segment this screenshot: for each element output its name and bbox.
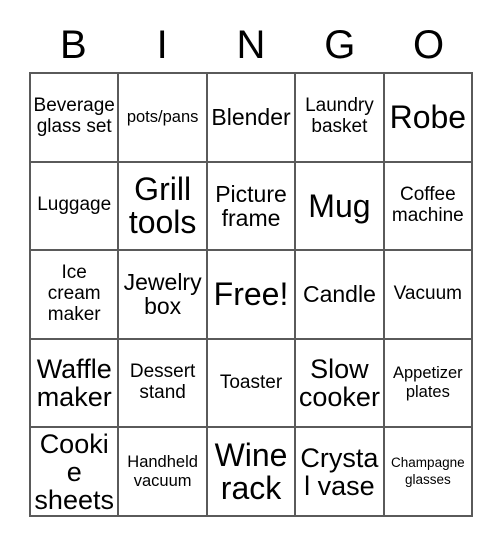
bingo-cell-label: Robe	[389, 98, 467, 135]
bingo-row: Luggage Grill tools Picture frame Mug Co…	[31, 162, 474, 252]
bingo-header-letter-o: O	[413, 23, 445, 67]
bingo-cell[interactable]: Crystal vase	[296, 428, 385, 517]
bingo-cell-label: Grill tools	[128, 171, 197, 240]
bingo-cell-label: pots/pans	[126, 107, 199, 126]
bingo-cell[interactable]: Blender	[207, 74, 297, 163]
bingo-cell-label: Coffee machine	[391, 184, 464, 226]
bingo-cell[interactable]: Coffee machine	[384, 162, 474, 252]
bingo-row: Ice cream maker Jewelry box Free! Candle…	[31, 251, 474, 340]
bingo-cell-label: Vacuum	[393, 283, 462, 305]
bingo-cell[interactable]: Slow cooker	[296, 339, 385, 429]
bingo-row: Cookie sheets Handheld vacuum Wine rack …	[31, 428, 474, 517]
bingo-header-row: B I N G O	[29, 18, 473, 72]
bingo-cell[interactable]: Picture frame	[207, 162, 297, 252]
bingo-cell-label: Beverage glass set	[33, 95, 115, 138]
bingo-cell[interactable]: Handheld vacuum	[119, 428, 208, 517]
bingo-cell[interactable]: Champagne glasses	[384, 428, 474, 517]
bingo-cell[interactable]: Wine rack	[207, 428, 297, 517]
bingo-header-letter-n: N	[236, 23, 266, 67]
bingo-cell[interactable]: Grill tools	[119, 162, 208, 252]
bingo-cell-label: Picture frame	[215, 180, 287, 231]
bingo-cell-label: Toaster	[219, 371, 283, 393]
bingo-cell-label: Waffle maker	[36, 354, 112, 413]
bingo-cell-label: Free!	[213, 276, 289, 313]
bingo-cell-label: Champagne glasses	[391, 455, 465, 487]
bingo-cell-label: Dessert stand	[129, 361, 196, 404]
bingo-cell-label: Handheld vacuum	[127, 452, 198, 490]
bingo-cell[interactable]: Robe	[384, 74, 474, 163]
bingo-cell-label: Candle	[302, 281, 376, 308]
bingo-cell-free[interactable]: Free!	[207, 251, 297, 340]
bingo-cell[interactable]: Appetizer plates	[384, 339, 474, 429]
bingo-cell[interactable]: Toaster	[207, 339, 297, 429]
bingo-row: Waffle maker Dessert stand Toaster Slow …	[31, 339, 474, 429]
bingo-cell-label: Slow cooker	[298, 354, 380, 413]
bingo-cell-label: Luggage	[37, 194, 112, 216]
bingo-cell[interactable]: Candle	[296, 251, 385, 340]
bingo-cell[interactable]: Beverage glass set	[31, 74, 120, 163]
bingo-cell-label: Ice cream maker	[47, 262, 101, 325]
bingo-cell[interactable]: Ice cream maker	[31, 251, 120, 340]
bingo-cell-label: Crystal vase	[300, 442, 379, 501]
bingo-cell[interactable]: Vacuum	[384, 251, 474, 340]
bingo-cell[interactable]: Mug	[296, 162, 385, 252]
bingo-cell-label: Mug	[308, 187, 371, 224]
bingo-cell[interactable]: Laundry basket	[296, 74, 385, 163]
bingo-cell-label: Jewelry box	[123, 269, 202, 320]
bingo-cell[interactable]: Dessert stand	[119, 339, 208, 429]
bingo-card: B I N G O Beverage glass set pots/pans B…	[29, 18, 474, 517]
bingo-cell[interactable]: Cookie sheets	[31, 428, 120, 517]
bingo-cell[interactable]: Jewelry box	[119, 251, 208, 340]
bingo-cell-label: Cookie sheets	[34, 428, 114, 515]
bingo-grid: Beverage glass set pots/pans Blender Lau…	[29, 72, 474, 517]
bingo-cell[interactable]: Luggage	[31, 162, 120, 252]
bingo-header-letter-i: I	[156, 23, 168, 67]
bingo-cell-label: Appetizer plates	[392, 364, 463, 402]
bingo-cell[interactable]: Waffle maker	[31, 339, 120, 429]
bingo-cell-label: Laundry basket	[305, 95, 374, 138]
bingo-cell[interactable]: pots/pans	[119, 74, 208, 163]
bingo-header-letter-g: G	[324, 23, 356, 67]
bingo-cell-label: Wine rack	[214, 437, 288, 506]
bingo-cell-label: Blender	[211, 104, 291, 131]
bingo-header-letter-b: B	[60, 23, 87, 67]
bingo-row: Beverage glass set pots/pans Blender Lau…	[31, 74, 474, 163]
